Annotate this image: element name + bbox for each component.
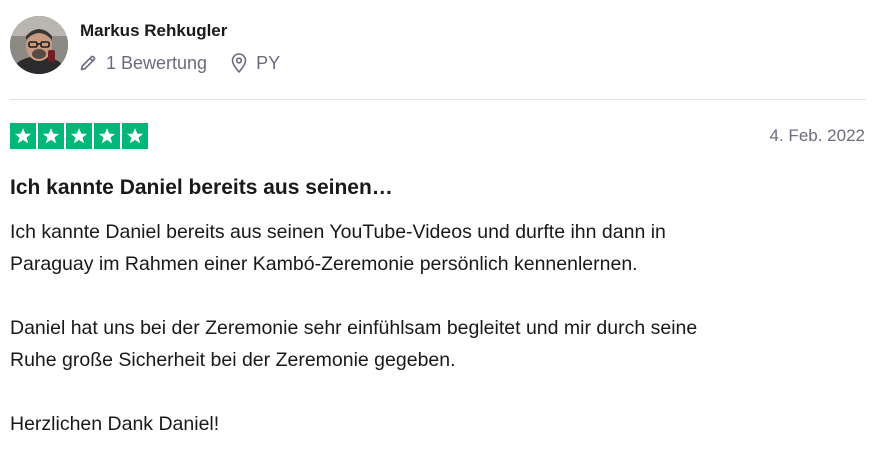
divider [10,99,866,100]
location-pin-icon [231,53,247,73]
review-title[interactable]: Ich kannte Daniel bereits aus seinen… [10,176,393,200]
reviewer-name[interactable]: Markus Rehkugler [80,21,227,41]
review-paragraph: Herzlichen Dank Daniel! [10,413,220,435]
review-count: 1 Bewertung [79,53,207,74]
star-icon [10,123,36,149]
star-icon [122,123,148,149]
reviewer-avatar[interactable] [10,16,68,74]
review-body: Ich kannte Daniel bereits aus seinen You… [10,216,850,472]
star-icon [38,123,64,149]
star-icon [94,123,120,149]
star-icon [66,123,92,149]
pencil-icon [80,55,96,71]
review-paragraph: Ich kannte Daniel bereits aus seinen You… [10,221,666,275]
country-code: PY [256,52,281,73]
review-paragraph: Daniel hat uns bei der Zeremonie sehr ei… [10,317,698,371]
reviewer-meta: 1 Bewertung PY [79,52,280,74]
reviewer-location: PY [231,53,280,74]
review-date: 4. Feb. 2022 [769,126,865,145]
review-count-text: 1 Bewertung [106,52,208,73]
reviewer-header: Markus Rehkugler 1 Bewertung PY [10,16,866,78]
star-rating [10,123,148,149]
